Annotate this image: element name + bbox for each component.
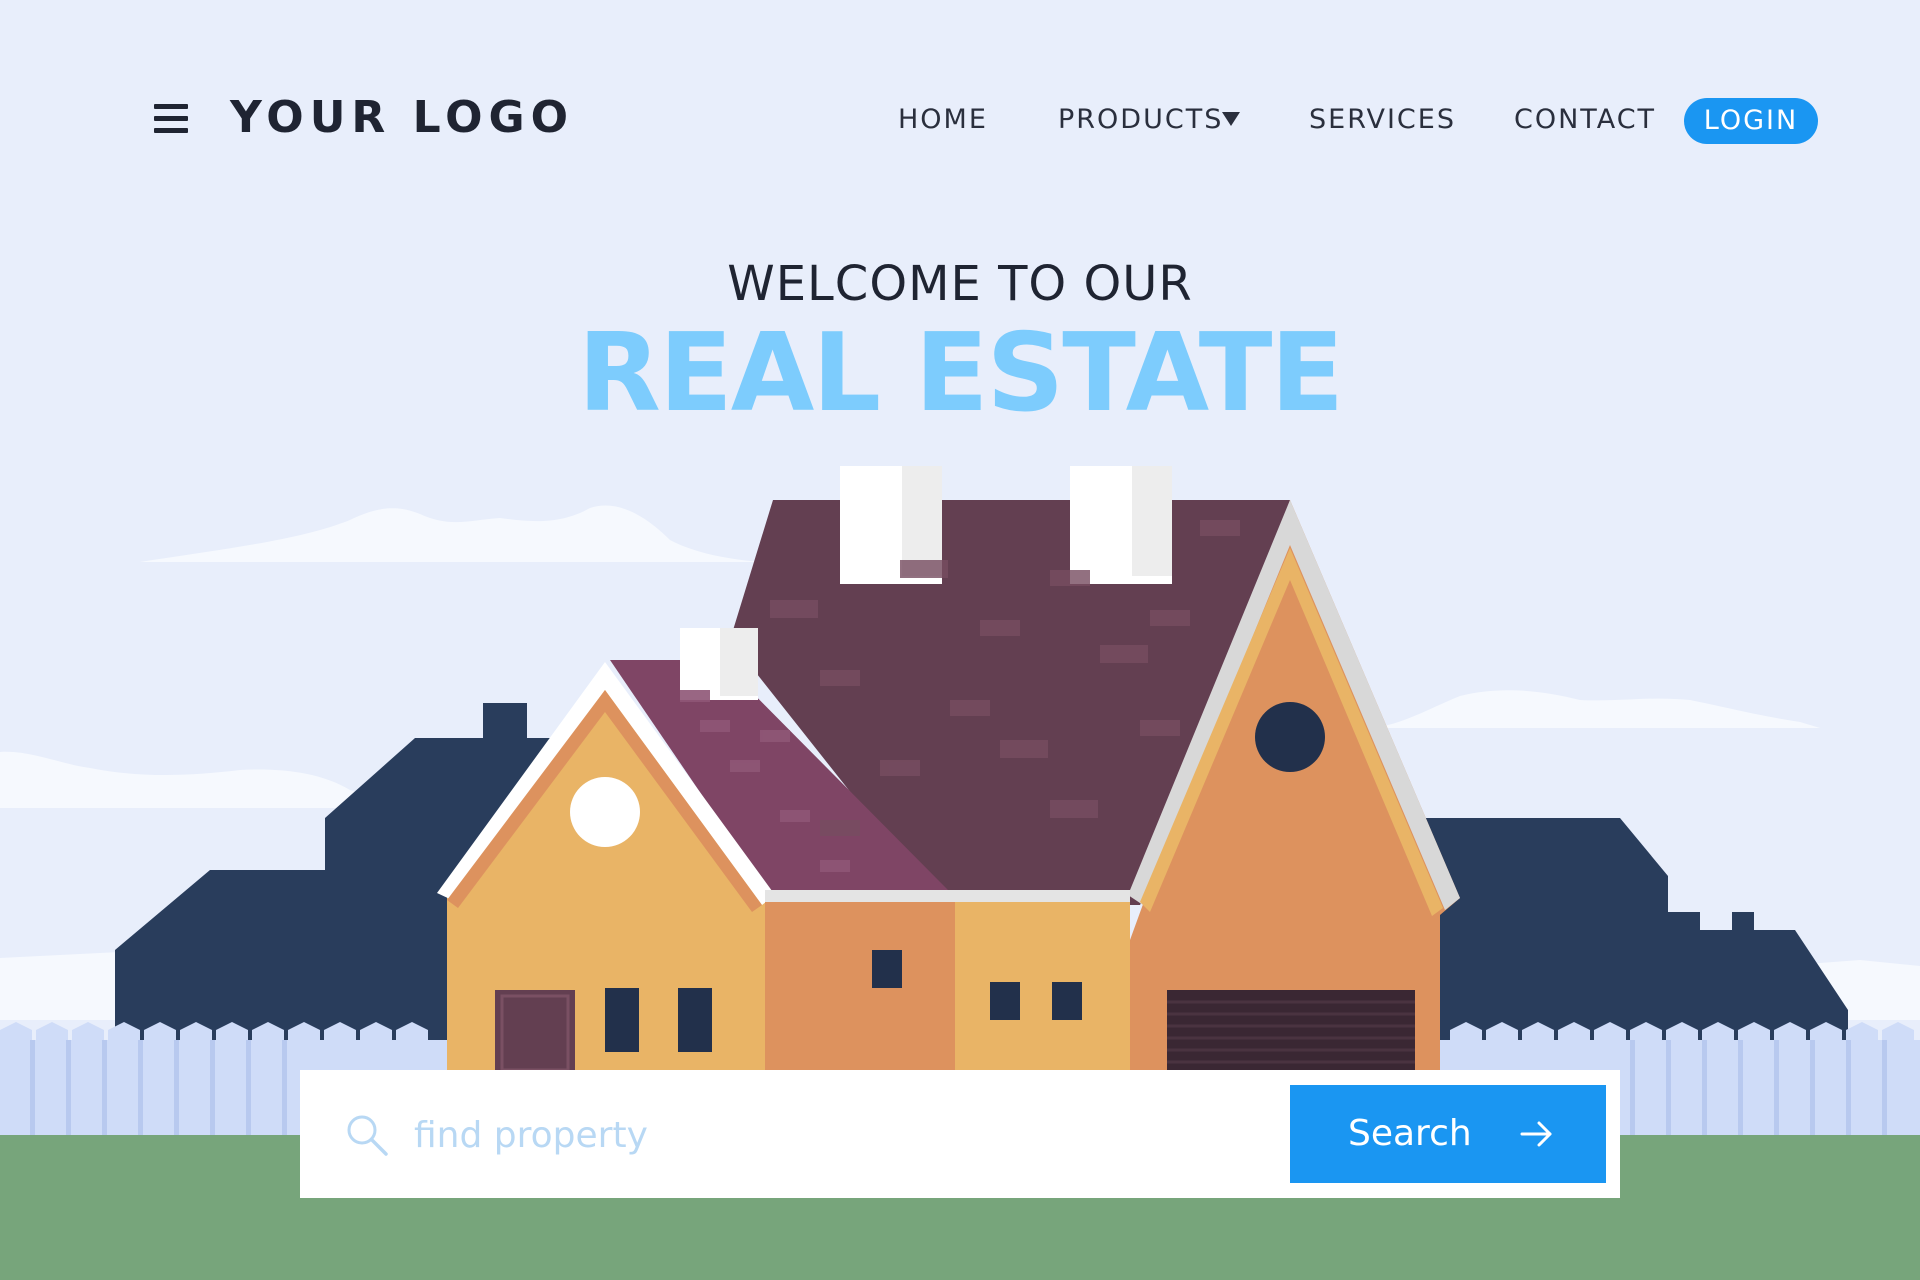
login-button[interactable]: LOGIN <box>1684 98 1818 144</box>
caret-down-icon[interactable] <box>1222 112 1240 126</box>
nav-contact[interactable]: CONTACT <box>1514 104 1656 136</box>
nav-home[interactable]: HOME <box>898 104 988 136</box>
search-button[interactable]: Search <box>1290 1085 1606 1183</box>
hero-headline: REAL ESTATE <box>577 311 1344 436</box>
arrow-right-icon <box>1520 1121 1552 1147</box>
search-icon <box>347 1115 388 1156</box>
nav-products[interactable]: PRODUCTS <box>1058 104 1223 136</box>
hamburger-menu-icon[interactable] <box>152 102 192 136</box>
site-logo[interactable]: YOUR LOGO <box>230 92 574 144</box>
search-input[interactable] <box>414 1100 1254 1170</box>
nav-services[interactable]: SERVICES <box>1309 104 1456 136</box>
hero-welcome-text: WELCOME TO OUR <box>727 256 1193 312</box>
search-button-label: Search <box>1348 1113 1472 1154</box>
site-header: YOUR LOGO HOME PRODUCTS SERVICES CONTACT… <box>0 0 1920 240</box>
